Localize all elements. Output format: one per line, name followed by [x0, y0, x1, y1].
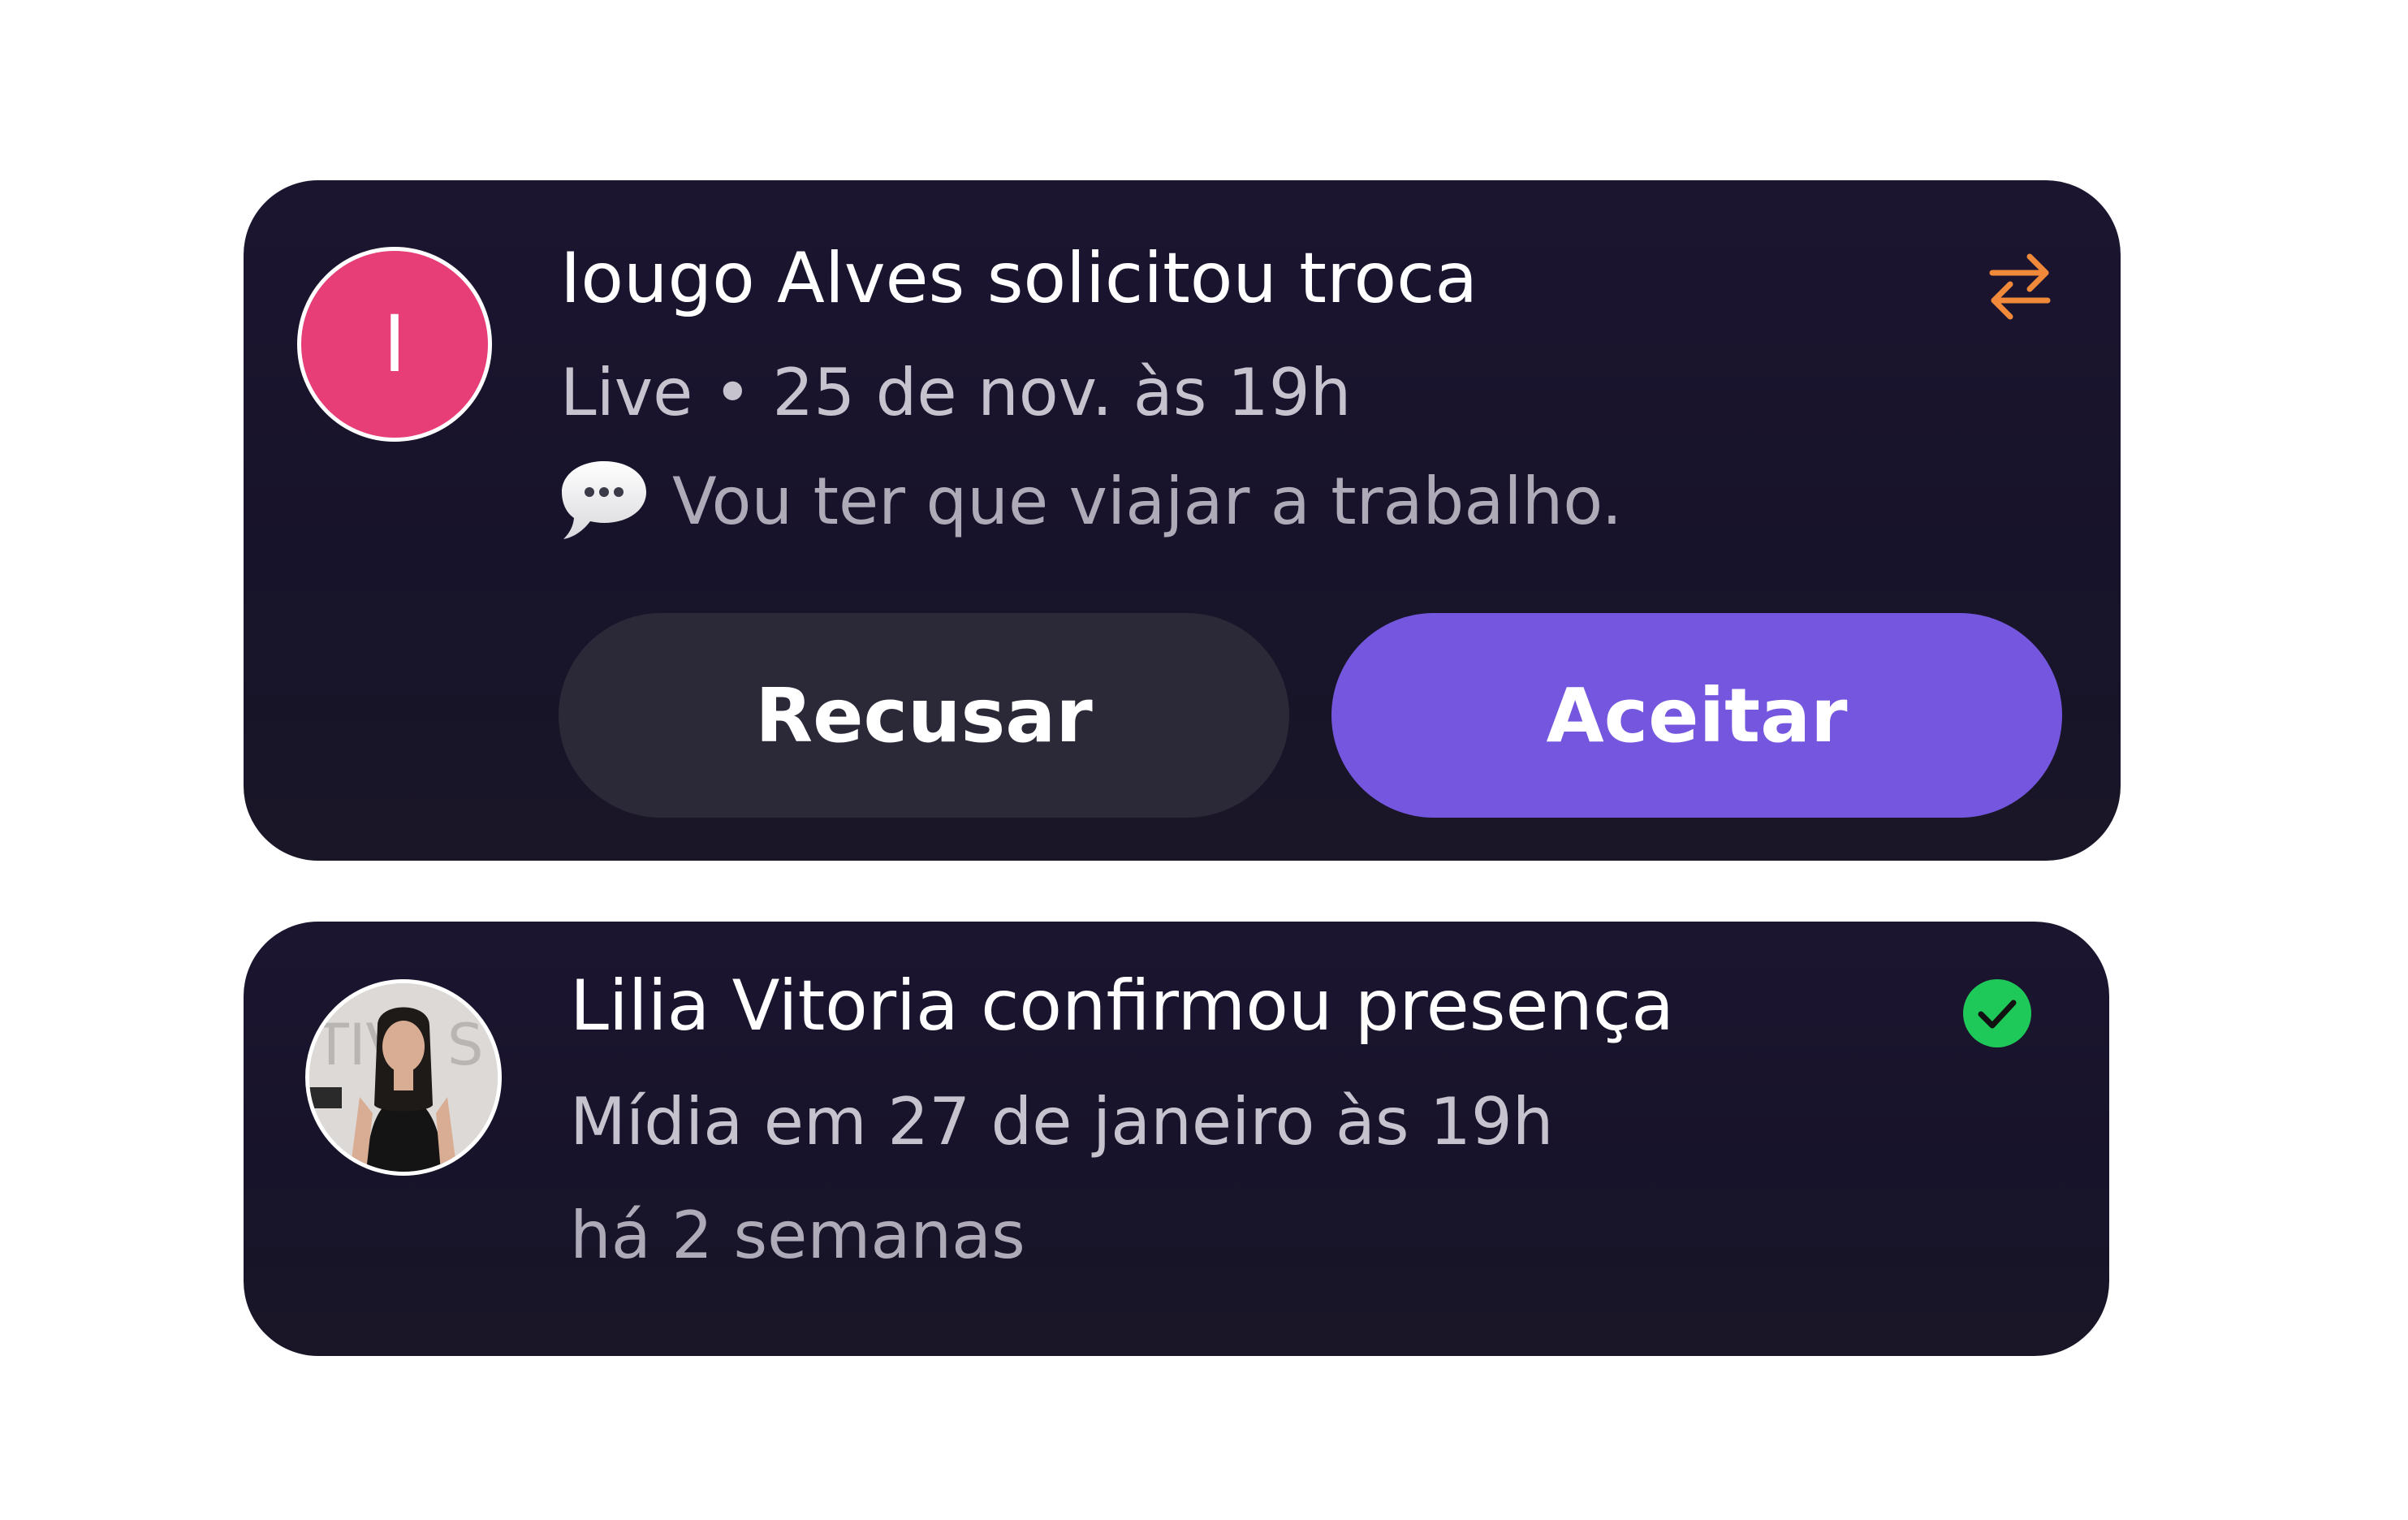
accept-button[interactable]: Aceitar	[1331, 613, 2062, 818]
decline-button[interactable]: Recusar	[559, 613, 1289, 818]
check-circle-icon	[1963, 979, 2031, 1047]
request-message: Vou ter que viajar a trabalho.	[672, 464, 1623, 539]
notification-title: Iougo Alves solicitou troca	[560, 238, 1478, 319]
notification-title: Lilia Vitoria confirmou presença	[570, 965, 1674, 1047]
avatar-photo: TIV S	[305, 979, 502, 1176]
avatar-initial: I	[382, 299, 407, 390]
svg-text:S: S	[447, 1012, 483, 1078]
profile-photo: TIV S	[309, 983, 498, 1172]
timestamp: há 2 semanas	[570, 1198, 1025, 1273]
avatar: I	[297, 247, 492, 442]
swap-arrows-icon	[1989, 253, 2051, 320]
speech-bubble-icon	[562, 461, 646, 539]
event-subtitle: Live • 25 de nov. às 19h	[560, 355, 1352, 430]
event-subtitle: Mídia em 27 de janeiro às 19h	[570, 1084, 1554, 1159]
